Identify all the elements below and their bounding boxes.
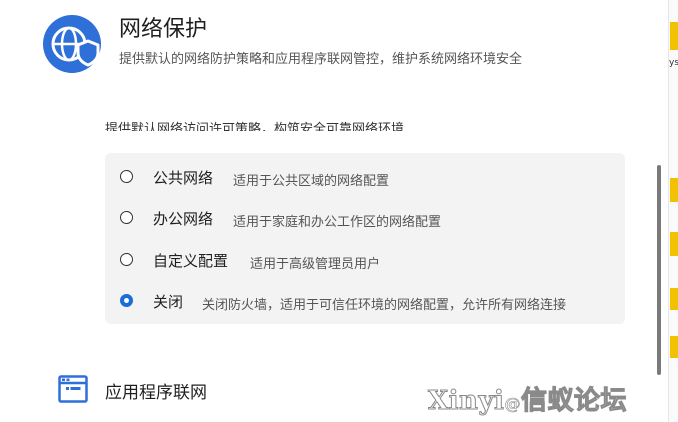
watermark: Xinyi@信蚁论坛 [427,380,627,417]
option-public-network[interactable]: 公共网络 适用于公共区域的网络配置 [105,156,625,198]
watermark-at: @ [504,394,521,414]
option-label: 办公网络 [153,210,214,228]
option-description: 适用于公共区域的网络配置 [233,174,390,189]
strip-marker [670,288,678,310]
option-office-network[interactable]: 办公网络 适用于家庭和办公工作区的网络配置 [105,197,625,239]
scrollbar-thumb[interactable] [657,165,661,375]
app-window-icon [58,374,88,404]
option-label: 关闭 [153,293,184,311]
strip-marker [670,232,678,256]
section-hint-text: 提供默认网络访问许可策略，构筑安全可靠网络环境 [105,122,405,131]
option-description: 适用于高级管理员用户 [250,257,381,272]
watermark-suffix: 信蚁论坛 [520,386,627,417]
network-mode-options: 公共网络 适用于公共区域的网络配置 办公网络 适用于家庭和办公工作区的网络配置 … [105,153,625,324]
app-network-title[interactable]: 应用程序联网 [105,378,207,403]
strip-text: ys [669,58,678,68]
option-label: 公共网络 [153,169,214,187]
strip-marker [670,336,678,358]
strip-marker [670,178,678,202]
option-description: 适用于家庭和办公工作区的网络配置 [233,215,442,230]
option-off[interactable]: 关闭 关闭防火墙，适用于可信任环境的网络配置，允许所有网络连接 [105,280,625,322]
radio-off[interactable] [120,294,133,307]
radio-public-network[interactable] [120,170,133,183]
strip-marker [670,22,678,50]
page-description: 提供默认的网络防护策略和应用程序联网管控，维护系统网络环境安全 [119,52,523,67]
radio-office-network[interactable] [120,211,133,224]
option-custom-config[interactable]: 自定义配置 适用于高级管理员用户 [105,239,625,281]
shield-globe-icon [42,14,102,74]
page-title: 网络保护 [119,17,208,42]
radio-custom-config[interactable] [120,253,133,266]
watermark-name: Xinyi [427,386,505,417]
option-description: 关闭防火墙，适用于可信任环境的网络配置，允许所有网络连接 [202,298,567,313]
network-protection-page: 网络保护 提供默认的网络防护策略和应用程序联网管控，维护系统网络环境安全 提供默… [0,0,678,422]
section-hint: 提供默认网络访问许可策略，构筑安全可靠网络环境 [105,110,625,131]
option-label: 自定义配置 [153,252,229,270]
